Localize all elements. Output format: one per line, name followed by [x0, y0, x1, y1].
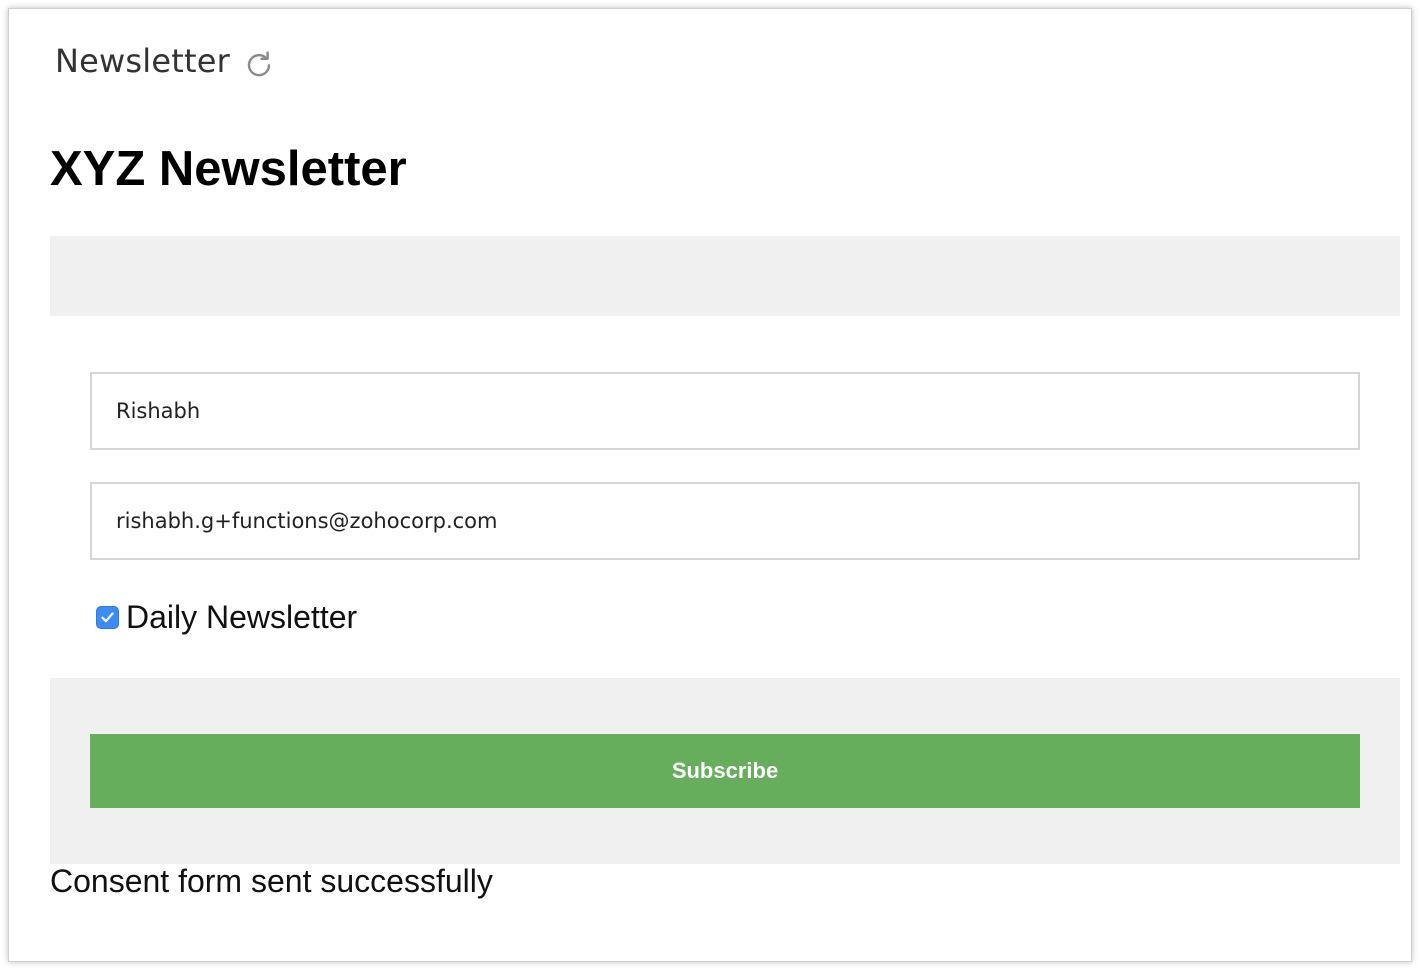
page-title: XYZ Newsletter: [50, 142, 407, 196]
subscribe-button[interactable]: Subscribe: [90, 734, 1360, 808]
refresh-icon[interactable]: [244, 49, 274, 79]
checkmark-icon: [101, 612, 114, 623]
email-field[interactable]: [90, 482, 1360, 560]
header-title: Newsletter: [55, 42, 230, 80]
name-field[interactable]: [90, 372, 1360, 450]
daily-newsletter-option[interactable]: Daily Newsletter: [96, 599, 357, 636]
newsletter-window: Newsletter XYZ Newsletter Daily Newslett…: [8, 8, 1412, 962]
daily-newsletter-label: Daily Newsletter: [126, 599, 358, 635]
header: Newsletter: [55, 39, 274, 83]
daily-newsletter-checkbox[interactable]: [96, 606, 119, 629]
form-header-band: [50, 236, 1400, 316]
status-message: Consent form sent successfully: [50, 863, 493, 899]
